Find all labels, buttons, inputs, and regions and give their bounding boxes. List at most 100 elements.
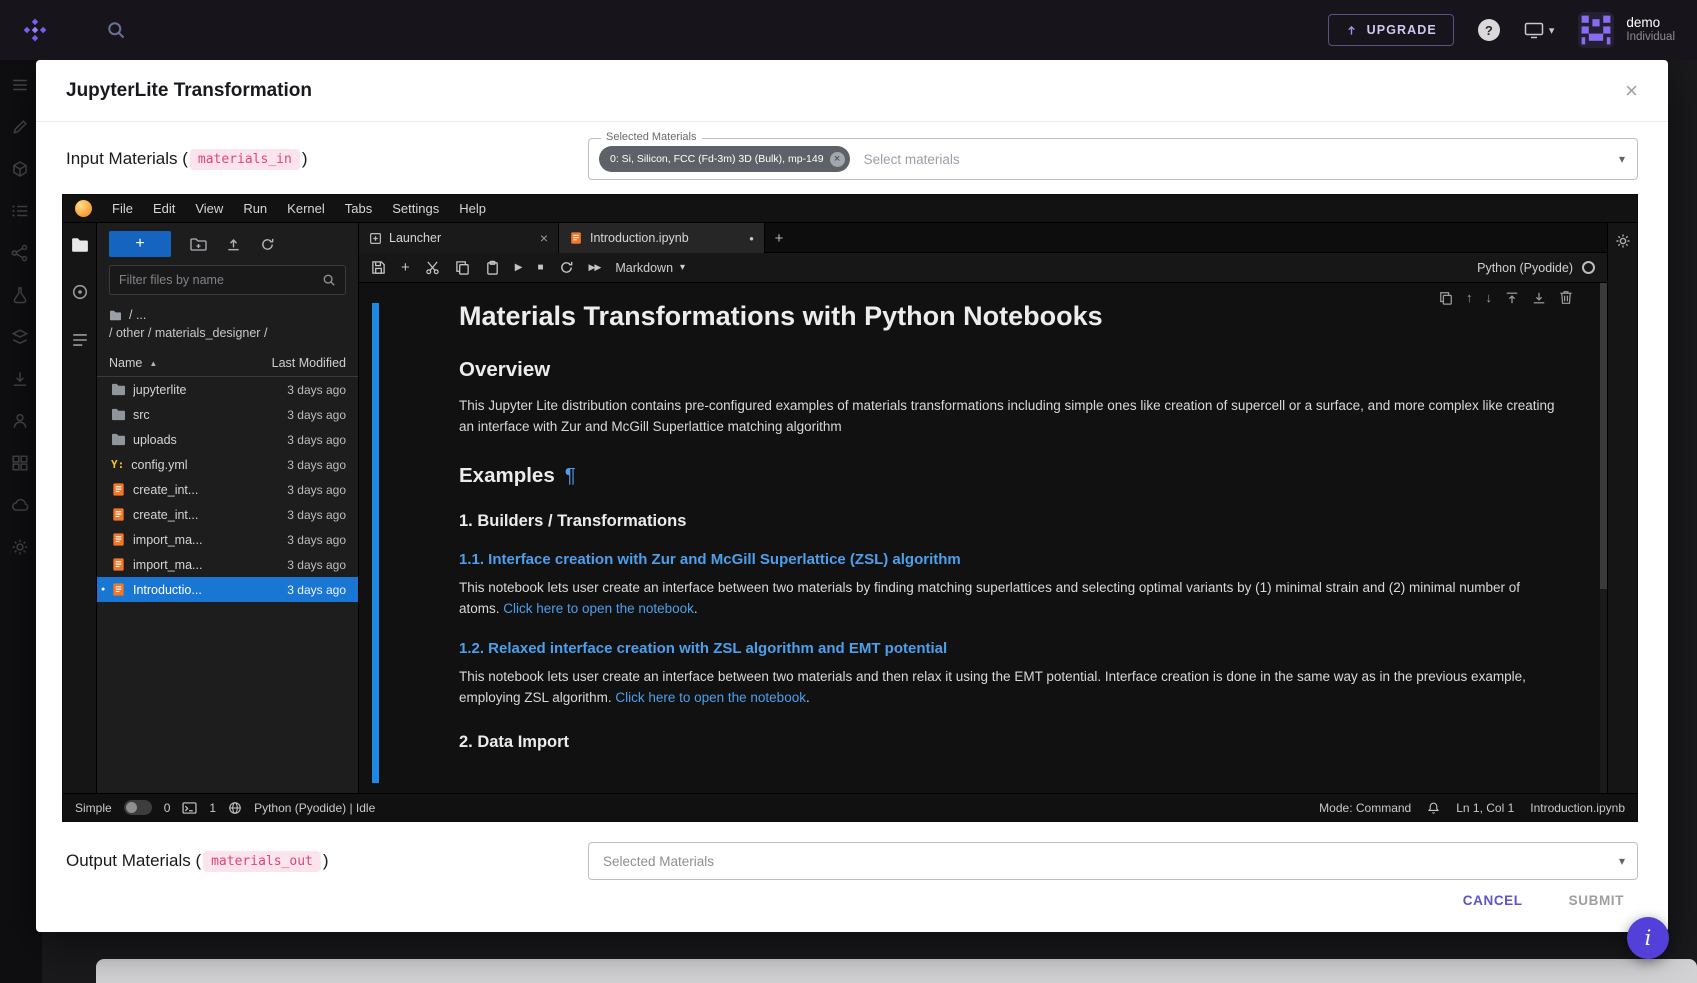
active-cell-indicator[interactable] (372, 303, 379, 783)
cancel-button[interactable]: CANCEL (1463, 893, 1523, 908)
copy-cells-icon[interactable] (455, 260, 470, 275)
submit-button[interactable]: SUBMIT (1569, 893, 1624, 908)
filter-files-input[interactable] (119, 273, 322, 287)
menu-view[interactable]: View (185, 201, 233, 216)
restart-run-all-icon[interactable]: ▶▶ (589, 262, 601, 273)
item-1-1-heading[interactable]: 1.1. Interface creation with Zur and McG… (459, 551, 1561, 568)
file-row[interactable]: src 3 days ago (97, 402, 358, 427)
user-plan: Individual (1626, 31, 1675, 45)
running-kernels-tab-icon[interactable] (71, 283, 89, 301)
save-icon[interactable] (371, 260, 386, 275)
upgrade-label: UPGRADE (1367, 23, 1437, 37)
tab-introduction-ipynb[interactable]: Introduction.ipynb ● (559, 223, 765, 253)
upload-icon[interactable] (226, 237, 241, 252)
tab-launcher[interactable]: Launcher × (359, 223, 559, 253)
menu-kernel[interactable]: Kernel (277, 201, 335, 216)
breadcrumb-path[interactable]: / other / materials_designer / (109, 324, 346, 342)
file-row[interactable]: import_ma... 3 days ago (97, 527, 358, 552)
close-icon[interactable]: × (1625, 80, 1638, 102)
open-notebook-link[interactable]: Click here to open the notebook (503, 601, 694, 616)
cursor-position[interactable]: Ln 1, Col 1 (1456, 801, 1514, 815)
file-row[interactable]: create_int... 3 days ago (97, 477, 358, 502)
file-browser-toolbar: + (97, 223, 358, 265)
dropdown-caret-icon[interactable]: ▾ (1619, 854, 1625, 868)
menu-help[interactable]: Help (449, 201, 496, 216)
jupyter-status-bar: Simple 0 1 Python (Pyodide) | Idle Mode:… (63, 793, 1637, 821)
toggle-knob (126, 802, 137, 813)
markdown-cell[interactable]: Materials Transformations with Python No… (459, 301, 1561, 764)
input-materials-label: Input Materials (materials_in) (66, 149, 307, 170)
file-row[interactable]: Y: config.yml 3 days ago (97, 452, 358, 477)
user-avatar[interactable] (1578, 12, 1614, 48)
unsaved-changes-dot[interactable]: ● (749, 234, 754, 243)
menu-tabs[interactable]: Tabs (335, 201, 382, 216)
kernel-status-text[interactable]: Python (Pyodide) | Idle (254, 801, 375, 815)
table-of-contents-tab-icon[interactable] (71, 331, 89, 349)
background-page-edge (96, 959, 1697, 983)
notebook-scrollbar[interactable] (1600, 283, 1607, 793)
cell-type-dropdown[interactable]: Markdown ▾ (615, 261, 685, 275)
terminal-icon[interactable] (182, 802, 197, 814)
item-1-2-heading[interactable]: 1.2. Relaxed interface creation with ZSL… (459, 640, 1561, 657)
chip-remove-icon[interactable]: × (830, 152, 845, 167)
menu-edit[interactable]: Edit (143, 201, 185, 216)
cut-cells-icon[interactable] (425, 260, 440, 275)
new-folder-icon[interactable] (190, 237, 207, 252)
app-logo-icon[interactable] (22, 17, 48, 43)
file-list-header[interactable]: Name ▲ Last Modified (97, 350, 358, 377)
search-icon[interactable] (106, 20, 126, 40)
insert-cell-icon[interactable]: + (401, 259, 410, 276)
jupyter-main-area: Launcher × Introduction.ipynb ● + (359, 223, 1607, 793)
dialog-header: JupyterLite Transformation × (36, 60, 1668, 122)
info-fab[interactable]: i (1627, 917, 1669, 959)
folder-icon (109, 310, 122, 321)
file-browser-tab-icon[interactable] (71, 237, 89, 253)
chevron-down-icon: ▾ (1549, 24, 1555, 37)
simple-mode-toggle[interactable] (124, 800, 152, 815)
jupyterlite-embed: File Edit View Run Kernel Tabs Settings … (62, 194, 1638, 822)
material-chip[interactable]: 0: Si, Silicon, FCC (Fd-3m) 3D (Bulk), m… (599, 146, 850, 172)
notifications-icon[interactable] (1427, 801, 1440, 815)
dropdown-caret-icon[interactable]: ▾ (1619, 152, 1625, 166)
delete-cell-icon[interactable] (1559, 290, 1573, 305)
paste-cells-icon[interactable] (485, 260, 500, 275)
file-row[interactable]: jupyterlite 3 days ago (97, 377, 358, 402)
jupyterlite-transformation-dialog: JupyterLite Transformation × Input Mater… (36, 60, 1668, 932)
help-icon[interactable]: ? (1478, 19, 1500, 41)
folder-icon (111, 383, 126, 396)
menu-settings[interactable]: Settings (382, 201, 449, 216)
file-row[interactable]: import_ma... 3 days ago (97, 552, 358, 577)
refresh-icon[interactable] (260, 237, 275, 252)
notebook-toolbar: + ▶ ■ ▶▶ (359, 253, 1607, 283)
command-mode-indicator[interactable]: Mode: Command (1319, 801, 1411, 815)
overview-heading: Overview (459, 358, 1561, 382)
tab-close-icon[interactable]: × (540, 230, 548, 246)
examples-heading: Examples¶ (459, 464, 1561, 488)
run-cell-icon[interactable]: ▶ (515, 262, 523, 273)
scrollbar-thumb[interactable] (1600, 283, 1607, 589)
output-materials-select[interactable]: Selected Materials ▾ (588, 842, 1638, 880)
jupyterlite-logo-icon (75, 200, 92, 217)
running-kernel-dot: ● (101, 586, 105, 593)
breadcrumb-root[interactable]: / ... (109, 306, 346, 324)
open-notebook-link[interactable]: Click here to open the notebook (615, 690, 806, 705)
upgrade-button[interactable]: UPGRADE (1328, 14, 1454, 46)
restart-kernel-icon[interactable] (559, 260, 574, 275)
user-name: demo (1626, 15, 1675, 31)
input-materials-select[interactable]: Selected Materials 0: Si, Silicon, FCC (… (588, 138, 1638, 180)
menu-file[interactable]: File (102, 201, 143, 216)
file-row[interactable]: uploads 3 days ago (97, 427, 358, 452)
workspace-view-selector[interactable]: ▾ (1524, 22, 1555, 39)
property-inspector-gear-icon[interactable] (1615, 233, 1631, 793)
notebook-file-icon (111, 582, 126, 597)
item-1-2-paragraph: This notebook lets user create an interf… (459, 667, 1561, 709)
globe-icon[interactable] (228, 801, 242, 815)
file-row-selected[interactable]: ● Introductio... 3 days ago (97, 577, 358, 602)
kernel-status-icon[interactable] (1582, 261, 1595, 274)
file-row[interactable]: create_int... 3 days ago (97, 502, 358, 527)
new-tab-button[interactable]: + (765, 223, 793, 253)
menu-run[interactable]: Run (233, 201, 277, 216)
new-launcher-button[interactable]: + (109, 231, 171, 257)
interrupt-kernel-icon[interactable]: ■ (537, 262, 543, 273)
anchor-pilcrow[interactable]: ¶ (565, 464, 576, 487)
